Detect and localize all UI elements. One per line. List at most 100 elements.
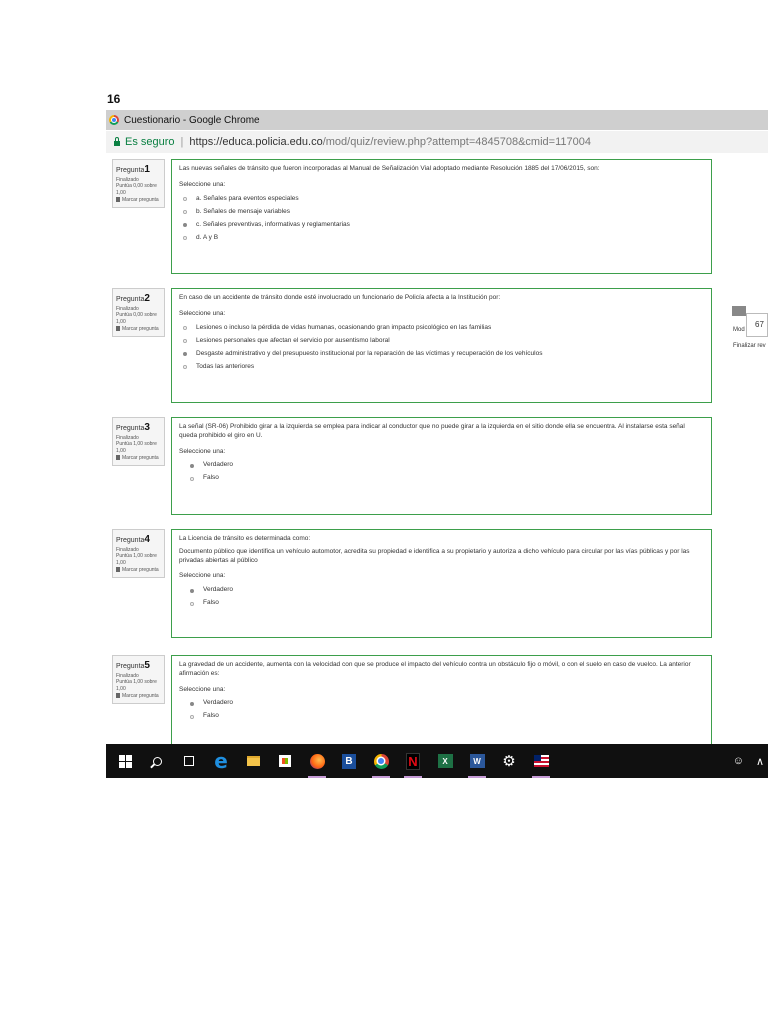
flag-question-link[interactable]: Marcar pregunta <box>116 455 161 462</box>
radio-button[interactable] <box>183 210 187 215</box>
flag-app-icon[interactable] <box>530 750 552 778</box>
answer-option[interactable]: b. Señales de mensaje variables <box>179 206 704 219</box>
url-path[interactable]: /mod/quiz/review.php?attempt=4845708&cmi… <box>323 136 591 148</box>
question-info: Pregunta3 Finalizado Puntúa 1,00 sobre 1… <box>112 417 165 466</box>
window-titlebar: Cuestionario - Google Chrome <box>106 110 768 130</box>
answer-option[interactable]: Verdadero <box>179 697 704 710</box>
excel-icon[interactable]: X <box>434 750 456 772</box>
address-separator: | <box>180 136 184 148</box>
question-statement: Documento público que identifica un vehí… <box>179 547 690 564</box>
question-label: Pregunta <box>116 537 145 544</box>
flag-question-link[interactable]: Marcar pregunta <box>116 197 161 204</box>
answer-option[interactable]: c. Señales preventivas, informativas y r… <box>179 219 704 232</box>
url-host[interactable]: https://educa.policia.edu.co <box>189 136 322 148</box>
answer-option[interactable]: Desgaste administrativo y del presupuest… <box>179 348 704 361</box>
answer-option[interactable]: d. A y B <box>179 232 704 245</box>
question-text: La señal (SR-06) Prohibido girar a la iz… <box>179 423 685 439</box>
windows-taskbar: e B N X W ⚙ ☺ ∧ <box>106 744 768 778</box>
answer-option[interactable]: Verdadero <box>179 459 704 472</box>
radio-button-selected[interactable] <box>190 588 194 593</box>
question-text: Las nuevas señales de tránsito que fuero… <box>179 165 600 172</box>
flag-icon <box>116 196 120 202</box>
radio-button[interactable] <box>183 365 187 370</box>
file-explorer-icon[interactable] <box>242 750 264 772</box>
answer-option[interactable]: Todas las anteriores <box>179 361 704 374</box>
question-info: Pregunta1 Finalizado Puntúa 0,00 sobre 1… <box>112 159 165 208</box>
select-label: Seleccione una: <box>179 309 226 317</box>
answer-option[interactable]: Falso <box>179 710 704 723</box>
secure-label[interactable]: Es seguro <box>125 136 175 148</box>
question-score: Puntúa 1,00 sobre 1,00 <box>116 553 157 566</box>
flag-question-link[interactable]: Marcar pregunta <box>116 693 161 700</box>
firefox-icon[interactable] <box>306 750 328 778</box>
flag-icon <box>116 454 120 460</box>
answer-option[interactable]: a. Señales para eventos especiales <box>179 193 704 206</box>
finish-review-link[interactable]: Finalizar rev <box>733 343 766 349</box>
answer-option[interactable]: Lesiones o incluso la pérdida de vidas h… <box>179 322 704 335</box>
question-state: Finalizado <box>116 176 139 183</box>
question-text: La Licencia de tránsito es determinada c… <box>179 535 311 542</box>
address-bar[interactable]: Es seguro | https://educa.policia.edu.co… <box>106 131 768 154</box>
windows-start-icon[interactable] <box>114 750 136 772</box>
page-number: 16 <box>107 92 121 106</box>
question-info: Pregunta4 Finalizado Puntúa 1,00 sobre 1… <box>112 529 165 578</box>
radio-button-selected[interactable] <box>183 223 187 228</box>
store-icon[interactable] <box>274 750 296 772</box>
radio-button-selected[interactable] <box>190 463 194 468</box>
select-label: Seleccione una: <box>179 685 226 693</box>
question-text: En caso de un accidente de tránsito dond… <box>179 294 501 301</box>
question-label: Pregunta <box>116 425 145 432</box>
radio-button[interactable] <box>183 197 187 202</box>
flag-question-link[interactable]: Marcar pregunta <box>116 567 161 574</box>
netflix-icon[interactable]: N <box>402 750 424 778</box>
people-icon[interactable]: ☺ <box>733 755 744 767</box>
edge-icon[interactable]: e <box>210 749 232 773</box>
question-number: 3 <box>144 422 150 433</box>
answer-option[interactable]: Lesiones personales que afectan el servi… <box>179 335 704 348</box>
question-content: En caso de un accidente de tránsito dond… <box>171 288 712 403</box>
radio-button[interactable] <box>183 326 187 331</box>
radio-button[interactable] <box>190 476 194 481</box>
quiz-nav-number[interactable]: 67 <box>755 320 764 329</box>
quiz-nav-block[interactable] <box>732 306 746 316</box>
b-app-icon[interactable]: B <box>338 750 360 772</box>
question-number: 2 <box>144 293 150 304</box>
answer-option[interactable]: Falso <box>179 472 704 485</box>
question-label: Pregunta <box>116 296 145 303</box>
question-text: La gravedad de un accidente, aumenta con… <box>179 661 691 677</box>
question-state: Finalizado <box>116 672 139 679</box>
flag-icon <box>116 325 120 331</box>
flag-question-link[interactable]: Marcar pregunta <box>116 326 161 333</box>
question-score: Puntúa 0,00 sobre 1,00 <box>116 312 157 325</box>
question-content: La Licencia de tránsito es determinada c… <box>171 529 712 638</box>
flag-icon <box>116 692 120 698</box>
radio-button-selected[interactable] <box>183 352 187 357</box>
search-icon[interactable] <box>146 750 168 772</box>
display-mode-link[interactable]: Mod <box>733 327 745 333</box>
answer-option[interactable]: Verdadero <box>179 584 704 597</box>
question-info: Pregunta5 Finalizado Puntúa 1,00 sobre 1… <box>112 655 165 704</box>
settings-icon[interactable]: ⚙ <box>498 750 520 772</box>
radio-button-selected[interactable] <box>190 701 194 706</box>
question-score: Puntúa 0,00 sobre 1,00 <box>116 183 157 196</box>
chrome-icon[interactable] <box>370 750 392 778</box>
answer-option[interactable]: Falso <box>179 597 704 610</box>
radio-button[interactable] <box>190 601 194 606</box>
radio-button[interactable] <box>190 714 194 719</box>
chevron-up-icon[interactable]: ∧ <box>756 755 764 768</box>
select-label: Seleccione una: <box>179 572 226 580</box>
question-score: Puntúa 1,00 sobre 1,00 <box>116 441 157 454</box>
question-number: 4 <box>144 534 150 545</box>
window-title: Cuestionario - Google Chrome <box>124 114 260 126</box>
word-icon[interactable]: W <box>466 750 488 778</box>
question-number: 1 <box>144 164 150 175</box>
question-state: Finalizado <box>116 434 139 441</box>
select-label: Seleccione una: <box>179 180 226 188</box>
question-content: La señal (SR-06) Prohibido girar a la iz… <box>171 417 712 515</box>
radio-button[interactable] <box>183 339 187 344</box>
task-view-icon[interactable] <box>178 750 200 772</box>
lock-icon[interactable] <box>114 137 120 146</box>
flag-icon <box>116 566 120 572</box>
chrome-logo-icon <box>109 115 119 125</box>
radio-button[interactable] <box>183 236 187 241</box>
